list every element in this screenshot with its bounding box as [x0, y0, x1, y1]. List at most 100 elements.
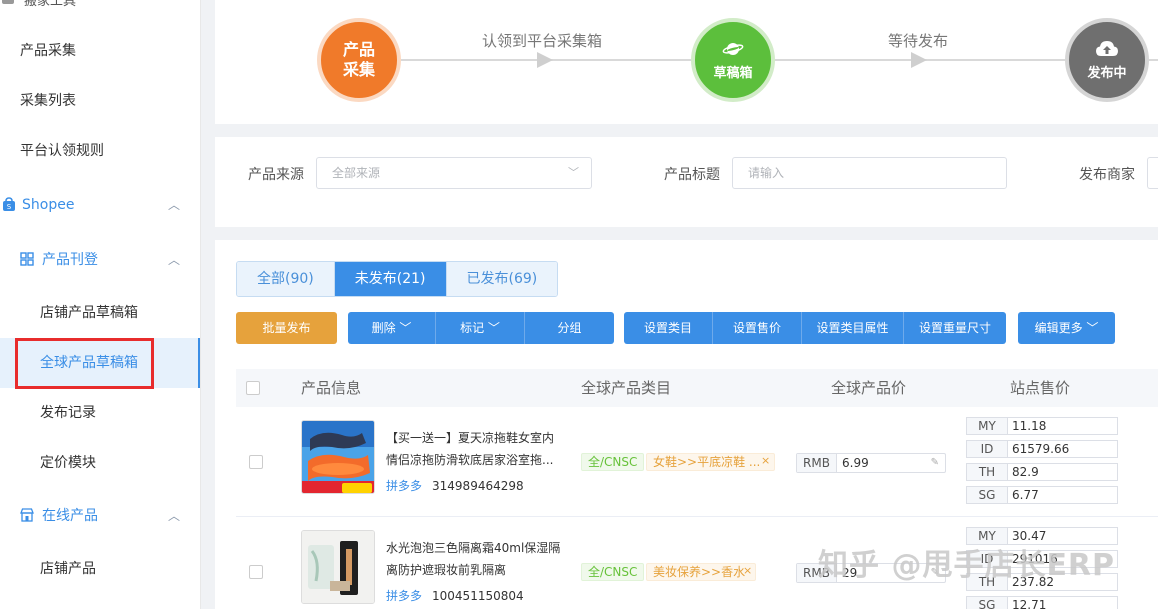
site-price-my[interactable]: MY 11.18 — [966, 417, 1118, 435]
store-icon — [20, 508, 34, 522]
sidebar-item-product-listing[interactable]: 产品刊登 ︿ — [0, 235, 200, 285]
set-weight-size-label: 设置重量尺寸 — [918, 321, 991, 335]
sidebar-item-online-products[interactable]: 在线产品 ︿ — [0, 491, 200, 541]
step-drafts[interactable]: 草稿箱 — [691, 18, 775, 102]
edit-more-label: 编辑更多 — [1034, 321, 1083, 335]
table-header: 产品信息 全球产品类目 全球产品价 站点售价 — [236, 369, 1158, 407]
mark-button[interactable]: 标记 ﹀ — [436, 312, 525, 344]
product-title[interactable]: 【买一送一】夏天凉拖鞋女室内 情侣凉拖防滑软底居家浴室拖... — [386, 427, 566, 471]
site-price-th[interactable]: TH 82.9 — [966, 463, 1118, 481]
product-thumbnail[interactable] — [301, 420, 375, 494]
toolbar-group-2: 设置类目 设置售价 设置类目属性 设置重量尺寸 — [624, 312, 1006, 344]
set-price-label: 设置售价 — [732, 321, 781, 335]
sidebar-item-shopee[interactable]: S Shopee ︿ — [0, 180, 200, 230]
category-tag[interactable]: 女鞋>>平底凉鞋 ... — [646, 453, 775, 471]
product-image — [302, 421, 374, 493]
svg-text:S: S — [7, 203, 12, 211]
row-checkbox[interactable] — [249, 455, 263, 469]
flow-line — [1149, 59, 1158, 61]
sidebar-item-shop-drafts[interactable]: 店铺产品草稿箱 — [0, 288, 200, 338]
sidebar-item-label: Shopee — [22, 197, 75, 213]
sidebar-item-collect-list[interactable]: 采集列表 — [0, 76, 200, 126]
set-category-button[interactable]: 设置类目 — [624, 312, 713, 344]
batch-publish-button[interactable]: 批量发布 — [236, 312, 337, 344]
category-tag[interactable]: 美妆保养>>香水 — [646, 563, 756, 581]
sidebar-top-label: 搬家工具 — [24, 0, 77, 9]
site-value: 11.18 — [1012, 419, 1047, 433]
tab-unpublished[interactable]: 未发布(21) — [334, 262, 447, 296]
product-image — [302, 531, 374, 603]
workflow-panel: 认领到平台采集箱 等待发布 产品 采集 草稿箱 发布中 — [215, 0, 1158, 124]
select-all-checkbox[interactable] — [246, 381, 260, 395]
product-thumbnail[interactable] — [301, 530, 375, 604]
col-site-price: 站点售价 — [1010, 379, 1071, 397]
source-link[interactable]: 拼多多 — [386, 589, 422, 603]
site-value: 12.71 — [1012, 598, 1047, 609]
sidebar-item-publish-records[interactable]: 发布记录 — [0, 388, 200, 438]
source-select[interactable]: 全部来源 ﹀ — [316, 157, 592, 189]
chevron-down-icon: ﹀ — [1086, 321, 1099, 335]
step-collect-label-2: 采集 — [342, 60, 375, 79]
edit-more-button[interactable]: 编辑更多 ﹀ — [1018, 312, 1115, 344]
box-icon — [2, 0, 14, 4]
product-title-line: 【买一送一】夏天凉拖鞋女室内 — [386, 431, 555, 445]
sidebar-item-label: 平台认领规则 — [20, 143, 104, 159]
sidebar-item-product-collect[interactable]: 产品采集 — [0, 26, 200, 76]
delete-button[interactable]: 删除 ﹀ — [348, 312, 436, 344]
highlight-box — [15, 338, 154, 389]
sidebar-item-label: 产品刊登 — [42, 252, 98, 268]
title-input-placeholder: 请输入 — [748, 166, 785, 180]
site-code: SG — [967, 487, 1008, 503]
mark-label: 标记 — [460, 321, 485, 335]
title-input[interactable]: 请输入 — [732, 157, 1007, 189]
chevron-up-icon: ︿ — [167, 253, 180, 267]
step-publishing-label: 发布中 — [1087, 65, 1127, 81]
step-publishing[interactable]: 发布中 — [1065, 18, 1149, 102]
merchant-filter-label: 发布商家 — [1079, 167, 1135, 183]
set-price-button[interactable]: 设置售价 — [713, 312, 802, 344]
watermark: 知乎 @甩手店长ERP — [818, 548, 1116, 583]
merchant-select[interactable] — [1147, 157, 1158, 189]
sidebar-item-label: 在线产品 — [42, 508, 98, 524]
group-button[interactable]: 分组 — [525, 312, 614, 344]
col-global-price: 全球产品价 — [831, 379, 907, 397]
site-value: 61579.66 — [1012, 442, 1070, 456]
sidebar-item-label: 定价模块 — [40, 455, 96, 471]
site-price-id[interactable]: ID 61579.66 — [966, 440, 1118, 458]
toolbar-group-1: 删除 ﹀ 标记 ﹀ 分组 — [348, 312, 614, 344]
global-price-input[interactable]: RMB 6.99 ✎ — [796, 453, 946, 473]
sidebar-item-label: 店铺产品草稿箱 — [40, 305, 138, 321]
step-collect[interactable]: 产品 采集 — [317, 18, 401, 102]
product-title[interactable]: 水光泡泡三色隔离霜40ml保湿隔 离防护遮瑕妆前乳隔离 — [386, 537, 566, 581]
tab-published[interactable]: 已发布(69) — [446, 262, 558, 296]
set-category-attr-label: 设置类目属性 — [816, 321, 889, 335]
step-drafts-label: 草稿箱 — [713, 65, 753, 81]
row-checkbox[interactable] — [249, 565, 263, 579]
step-collect-label-1: 产品 — [342, 40, 375, 59]
source-filter-label: 产品来源 — [248, 167, 304, 183]
set-weight-size-button[interactable]: 设置重量尺寸 — [904, 312, 1006, 344]
grid-icon — [20, 252, 34, 266]
sidebar-item-claim-rules[interactable]: 平台认领规则 — [0, 126, 200, 176]
edit-icon[interactable]: ✎ — [931, 454, 939, 472]
sidebar-top-item[interactable]: 搬家工具 — [0, 0, 200, 10]
site-code: SG — [967, 597, 1008, 609]
sidebar: 搬家工具 产品采集 采集列表 平台认领规则 S Shopee ︿ 产品刊登 ︿ 店… — [0, 0, 201, 609]
delete-label: 删除 — [371, 321, 396, 335]
site-price-sg[interactable]: SG 6.77 — [966, 486, 1118, 504]
close-icon[interactable]: × — [761, 454, 770, 467]
site-price-sg[interactable]: SG 12.71 — [966, 596, 1118, 609]
site-code: MY — [967, 418, 1008, 434]
source-link[interactable]: 拼多多 — [386, 479, 422, 493]
site-value: 82.9 — [1012, 465, 1039, 479]
set-category-attr-button[interactable]: 设置类目属性 — [802, 312, 904, 344]
sidebar-item-shop-products[interactable]: 店铺产品 — [0, 544, 200, 594]
table-row: 【买一送一】夏天凉拖鞋女室内 情侣凉拖防滑软底居家浴室拖... 拼多多 31498… — [236, 407, 1158, 517]
close-icon[interactable]: × — [743, 564, 752, 577]
tab-all[interactable]: 全部(90) — [237, 262, 335, 296]
chevron-down-icon: ﹀ — [487, 321, 500, 335]
chevron-down-icon: ﹀ — [399, 321, 412, 335]
product-title-line: 情侣凉拖防滑软底居家浴室拖... — [386, 453, 554, 467]
flow-step-label: 认领到平台采集箱 — [482, 32, 603, 50]
sidebar-item-pricing[interactable]: 定价模块 — [0, 438, 200, 488]
